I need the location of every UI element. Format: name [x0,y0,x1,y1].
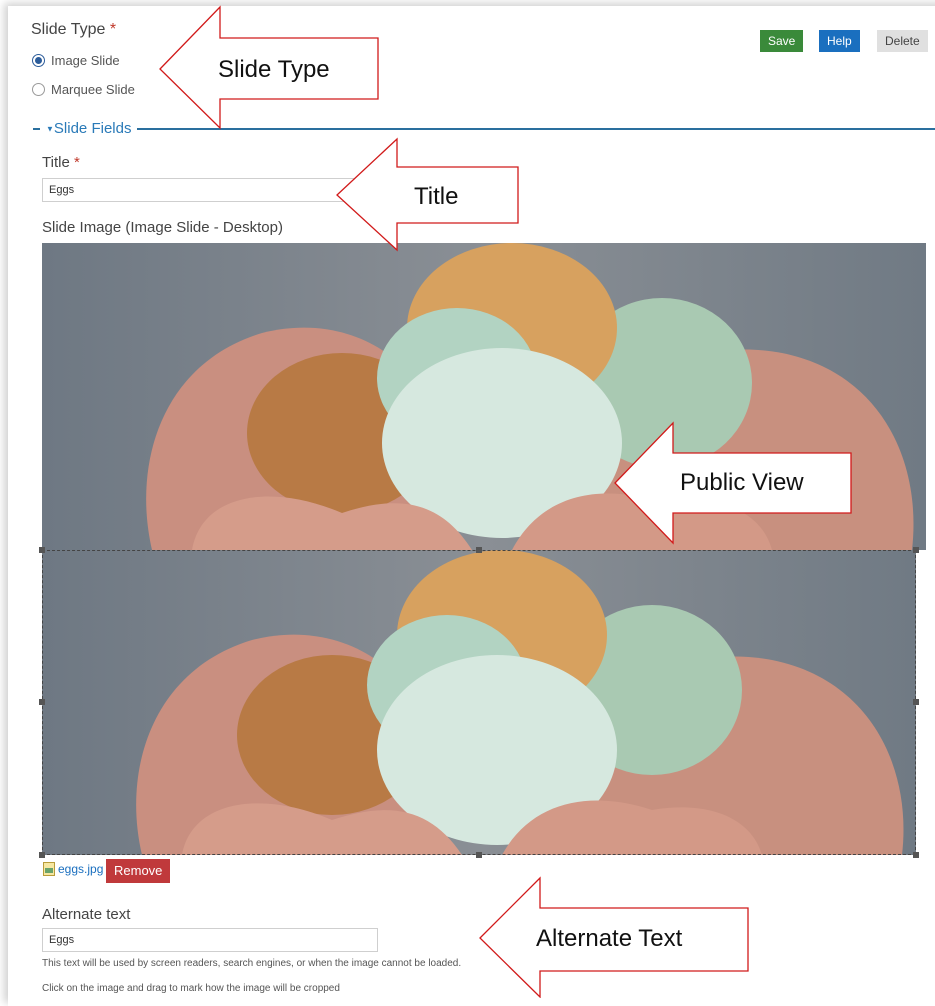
callout-slide-type-label: Slide Type [218,56,330,83]
radio-checked-icon[interactable] [32,54,45,67]
slide-type-label: Slide Type * [31,21,117,38]
file-link[interactable]: eggs.jpg [58,862,103,876]
crop-hint: Click on the image and drag to mark how … [42,983,340,994]
crop-selection[interactable] [42,550,916,855]
crop-handle[interactable] [913,852,919,858]
radio-marquee-slide-label: Marquee Slide [51,82,135,97]
crop-handle[interactable] [476,547,482,553]
alt-text-label: Alternate text [42,906,131,923]
delete-button[interactable]: Delete [877,30,928,52]
alt-text-input[interactable]: Eggs [42,928,378,952]
crop-handle[interactable] [913,699,919,705]
alt-text-help: This text will be used by screen readers… [42,958,462,969]
radio-marquee-slide[interactable]: Marquee Slide [32,82,135,97]
callout-alternate-text-label: Alternate Text [536,925,683,952]
callout-title-label: Title [414,183,459,210]
caret-down-icon[interactable]: ▼ [46,125,54,134]
save-button[interactable]: Save [760,30,804,52]
file-row: eggs.jpg [43,862,103,876]
title-input[interactable]: Eggs [42,178,378,202]
remove-button[interactable]: Remove [106,859,171,883]
help-button[interactable]: Help [819,30,860,52]
fieldset-legend[interactable]: ▼Slide Fields [40,120,138,137]
callout-public-view-label: Public View [680,469,804,496]
radio-unchecked-icon[interactable] [32,83,45,96]
crop-handle[interactable] [39,547,45,553]
crop-handle[interactable] [39,699,45,705]
crop-handle[interactable] [476,852,482,858]
title-label: Title * [42,154,80,171]
radio-image-slide-label: Image Slide [51,53,120,68]
radio-image-slide[interactable]: Image Slide [32,53,120,68]
crop-handle[interactable] [913,547,919,553]
crop-handle[interactable] [39,852,45,858]
image-file-icon [43,862,55,876]
slide-image-label: Slide Image (Image Slide - Desktop) [42,219,283,236]
